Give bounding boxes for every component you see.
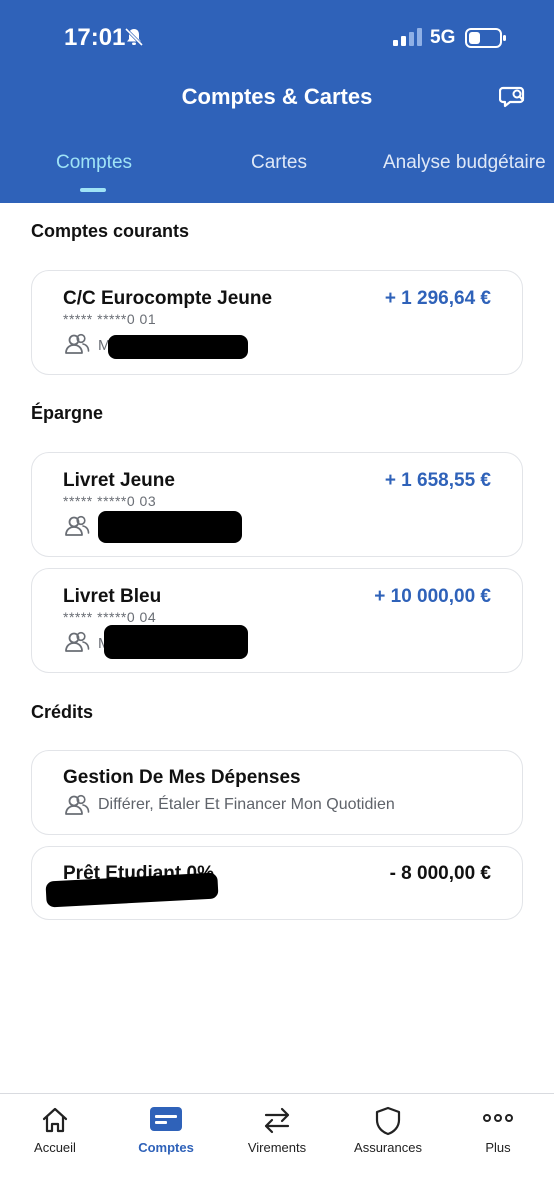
account-balance: - 8 000,00 €	[389, 863, 491, 884]
nav-virements[interactable]: Virements	[222, 1094, 332, 1200]
account-number: ***** *****0 04	[63, 609, 157, 625]
nav-comptes[interactable]: Comptes	[111, 1094, 221, 1200]
more-icon	[483, 1114, 513, 1122]
active-tab-indicator	[80, 188, 106, 192]
account-card-livret-jeune[interactable]: Livret Jeune + 1 658,55 € ***** *****0 0…	[31, 452, 523, 557]
nav-label: Accueil	[34, 1140, 76, 1155]
people-icon	[65, 515, 90, 536]
nav-label: Virements	[247, 1140, 307, 1155]
section-title-comptes-courants: Comptes courants	[31, 221, 190, 241]
tab-comptes[interactable]: Comptes	[56, 152, 132, 174]
bottom-navigation: Accueil Comptes Virements Assurances Plu…	[0, 1093, 554, 1200]
app-header: 17:01 5G Comptes & Cartes Comptes Cartes…	[0, 0, 554, 203]
card-subtitle: Différer, Étaler Et Financer Mon Quotidi…	[98, 796, 395, 813]
card-icon	[150, 1107, 182, 1131]
account-name: Livret Jeune	[63, 470, 175, 491]
home-icon	[42, 1107, 68, 1133]
account-number: ***** *****0 01	[63, 311, 157, 327]
bell-off-icon	[124, 27, 144, 47]
tab-cartes[interactable]: Cartes	[251, 152, 307, 174]
account-card-pret-etudiant[interactable]: Prêt Etudiant 0% - 8 000,00 €	[31, 846, 523, 920]
network-type: 5G	[430, 27, 456, 48]
redaction-mark	[108, 335, 248, 359]
account-name: Gestion De Mes Dépenses	[63, 767, 301, 788]
people-icon	[65, 333, 90, 354]
battery-icon	[465, 28, 506, 48]
account-card-cc-eurocompte[interactable]: C/C Eurocompte Jeune + 1 296,64 € ***** …	[31, 270, 523, 375]
section-title-epargne: Épargne	[31, 403, 104, 423]
shield-icon	[375, 1106, 401, 1136]
redaction-mark	[104, 625, 248, 659]
people-icon	[65, 794, 90, 815]
transfer-icon	[264, 1107, 290, 1134]
card-gestion-depenses[interactable]: Gestion De Mes Dépenses Différer, Étaler…	[31, 750, 523, 835]
account-balance: + 1 296,64 €	[384, 288, 491, 309]
signal-icon	[393, 28, 422, 46]
people-icon	[65, 631, 90, 652]
nav-label: Plus	[485, 1140, 511, 1155]
nav-label: Comptes	[138, 1140, 194, 1155]
nav-assurances[interactable]: Assurances	[333, 1094, 443, 1200]
account-card-livret-bleu[interactable]: Livret Bleu + 10 000,00 € ***** *****0 0…	[31, 568, 523, 673]
tab-analyse-budgetaire[interactable]: Analyse budgétaire	[383, 152, 546, 174]
section-title-credits: Crédits	[31, 702, 94, 722]
chat-support-icon[interactable]	[499, 84, 527, 112]
status-time: 17:01	[64, 24, 126, 51]
account-name: Livret Bleu	[63, 586, 162, 607]
nav-plus[interactable]: Plus	[443, 1094, 553, 1200]
account-number: ***** *****0 03	[63, 493, 157, 509]
account-balance: + 10 000,00 €	[374, 586, 491, 607]
nav-accueil[interactable]: Accueil	[0, 1094, 110, 1200]
account-balance: + 1 658,55 €	[384, 470, 491, 491]
account-name: C/C Eurocompte Jeune	[63, 288, 273, 309]
nav-label: Assurances	[354, 1140, 422, 1155]
redaction-mark	[98, 511, 242, 543]
page-title: Comptes & Cartes	[181, 84, 373, 109]
